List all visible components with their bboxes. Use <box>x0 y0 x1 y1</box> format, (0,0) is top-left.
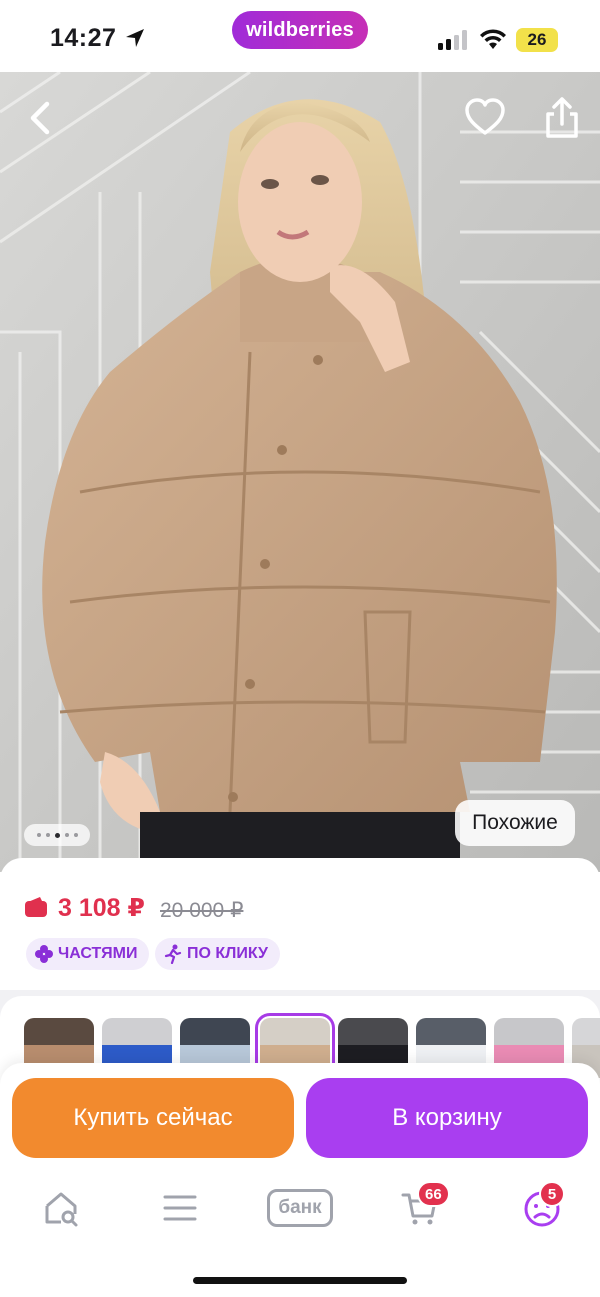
bottom-action-bar: Купить сейчас В корзину банк 66 5 <box>0 1063 600 1297</box>
profile-count-badge: 5 <box>539 1181 565 1207</box>
product-photo <box>0 72 600 872</box>
heart-icon <box>465 98 505 135</box>
old-price: 20 000 ₽ <box>160 899 244 922</box>
favorite-button[interactable] <box>463 96 507 140</box>
price-section: 3 108 ₽ 20 000 ₽ ЧАСТЯМИ ПО КЛИКУ <box>0 858 600 990</box>
similar-button[interactable]: Похожие <box>455 800 575 846</box>
share-icon <box>546 97 578 138</box>
pager-dot-active <box>54 832 60 838</box>
home-indicator <box>193 1277 407 1284</box>
wallet-icon <box>25 897 47 917</box>
installments-badge-label: ЧАСТЯМИ <box>58 945 138 962</box>
pager-dot <box>73 833 78 837</box>
back-button[interactable] <box>18 96 62 140</box>
pager-dot <box>64 833 69 837</box>
chevron-left-icon <box>30 101 50 135</box>
pager-dot <box>45 833 50 837</box>
tab-bank[interactable]: банк <box>260 1183 340 1233</box>
add-to-cart-button[interactable]: В корзину <box>306 1078 588 1158</box>
home-search-icon <box>45 1192 78 1227</box>
running-man-icon <box>164 944 182 964</box>
wifi-icon <box>480 29 506 49</box>
one-click-badge-label: ПО КЛИКУ <box>187 945 268 962</box>
gallery-pager <box>24 824 90 846</box>
cellular-signal-icon <box>438 30 467 50</box>
cart-count-badge: 66 <box>417 1181 450 1207</box>
status-time: 14:27 <box>50 24 117 52</box>
status-bar: 14:27 wildberries 26 <box>0 0 600 72</box>
menu-icon <box>163 1195 197 1221</box>
brand-logo: wildberries <box>232 11 368 49</box>
bank-label: банк <box>267 1189 333 1227</box>
installments-badge[interactable]: ЧАСТЯМИ <box>26 938 150 970</box>
battery-indicator: 26 <box>516 28 558 52</box>
location-arrow-icon <box>126 29 144 47</box>
product-gallery[interactable]: Похожие <box>0 72 600 872</box>
clover-icon <box>35 945 53 963</box>
one-click-badge[interactable]: ПО КЛИКУ <box>155 938 280 970</box>
buy-now-button[interactable]: Купить сейчас <box>12 1078 294 1158</box>
tab-home[interactable] <box>38 1183 84 1233</box>
tab-catalog[interactable] <box>160 1183 200 1233</box>
current-price: 3 108 ₽ <box>58 894 145 922</box>
share-button[interactable] <box>540 94 584 142</box>
pager-dot <box>36 833 41 837</box>
